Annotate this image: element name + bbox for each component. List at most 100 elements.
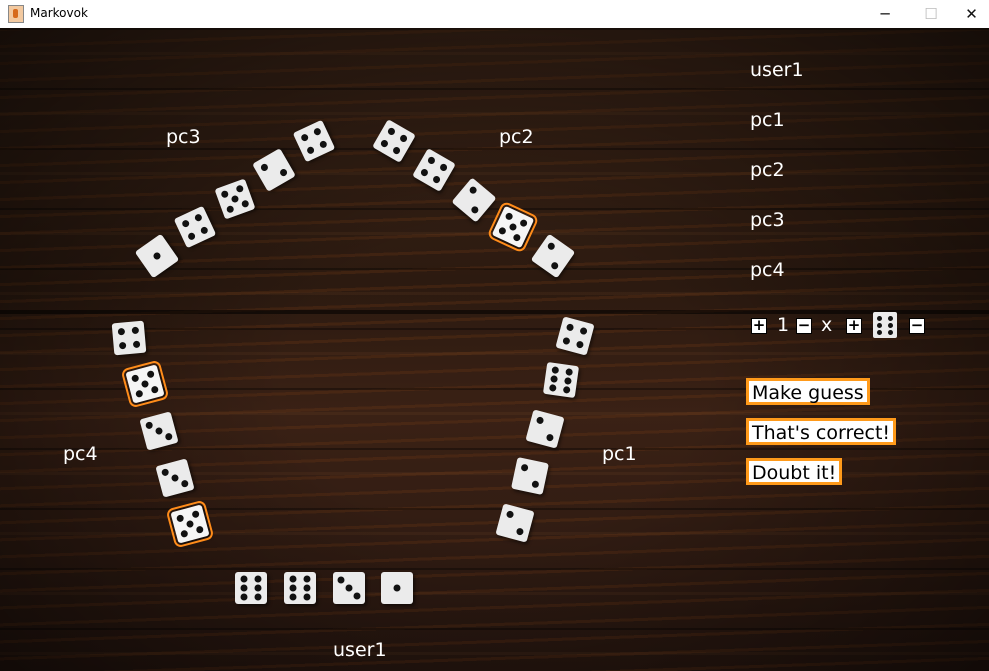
- die-pip: [240, 593, 248, 601]
- die-pip: [259, 162, 270, 173]
- die-pc1: [511, 457, 549, 495]
- die-pip: [254, 575, 262, 583]
- die-pip: [180, 479, 190, 488]
- scoreboard-entry: pc2: [750, 159, 785, 181]
- title-bar: Markovok ─ ☐ ✕: [0, 0, 989, 29]
- die-pip: [353, 592, 361, 600]
- guess-times-sign: x: [821, 314, 833, 336]
- die-pip: [504, 211, 514, 222]
- die-pip: [199, 225, 209, 236]
- die-pc1: [542, 361, 580, 399]
- die-pip: [565, 368, 574, 377]
- die-pip: [565, 323, 575, 332]
- die-pip: [305, 145, 316, 156]
- player-label-pc1: pc1: [602, 443, 637, 465]
- die-pip: [235, 184, 245, 194]
- die-pip: [170, 473, 180, 483]
- die-pip: [520, 463, 529, 472]
- maximize-button[interactable]: ☐: [908, 0, 954, 28]
- die-pip: [240, 199, 250, 209]
- scoreboard-entry: user1: [750, 59, 804, 81]
- die-pip: [564, 377, 572, 385]
- die-pip: [575, 340, 585, 349]
- die-pip: [391, 145, 402, 156]
- die-pip: [150, 385, 160, 394]
- die-pip: [562, 336, 571, 346]
- die-pip: [240, 575, 248, 583]
- die-pip: [175, 514, 185, 523]
- count-minus-button[interactable]: −: [796, 318, 812, 334]
- die-pc4: [111, 320, 147, 356]
- count-plus-button[interactable]: +: [751, 318, 767, 334]
- die-pip: [160, 468, 170, 477]
- die-pip: [548, 383, 557, 392]
- make-guess-button[interactable]: Make guess: [746, 378, 870, 405]
- face-plus-button[interactable]: +: [846, 318, 862, 334]
- die-pip: [419, 167, 430, 178]
- game-table: [0, 28, 989, 671]
- die-pip: [550, 375, 558, 383]
- die-pip: [180, 529, 189, 539]
- die-pip: [518, 218, 529, 228]
- die-pip: [289, 584, 297, 592]
- die-pip: [130, 374, 140, 383]
- die-pip: [508, 222, 518, 232]
- die-pip: [535, 416, 545, 425]
- die-pip: [469, 204, 480, 215]
- app-icon: [8, 5, 24, 23]
- die-pip: [337, 576, 345, 584]
- die-pip: [562, 385, 571, 394]
- die-pip: [132, 340, 141, 349]
- die-pip: [505, 510, 515, 519]
- die-pip: [164, 432, 174, 441]
- die-pip: [180, 218, 191, 229]
- thats-correct-button[interactable]: That's correct!: [746, 418, 897, 445]
- die-pip: [191, 509, 200, 519]
- die-user1: [235, 572, 267, 604]
- die-pip: [230, 194, 240, 204]
- die-pip: [579, 326, 588, 336]
- die-pip: [154, 426, 164, 436]
- die-pip: [531, 480, 540, 489]
- player-label-pc3: pc3: [166, 126, 201, 148]
- die-pip: [186, 231, 197, 242]
- doubt-it-button[interactable]: Doubt it!: [746, 458, 843, 485]
- die-pip: [303, 593, 311, 601]
- die-pip: [225, 204, 235, 214]
- die-pip: [254, 593, 262, 601]
- die-pip: [117, 327, 126, 336]
- die-pip: [398, 133, 409, 144]
- die-pip: [438, 162, 449, 173]
- player-label-pc4: pc4: [63, 443, 98, 465]
- die-pip: [152, 251, 162, 261]
- player-label-pc2: pc2: [499, 126, 534, 148]
- die-pip: [135, 389, 144, 399]
- player-label-user1: user1: [333, 639, 387, 661]
- die-pip: [144, 421, 154, 430]
- face-minus-button[interactable]: −: [909, 318, 925, 334]
- die-pip: [289, 575, 297, 583]
- scoreboard-entry: pc1: [750, 109, 785, 131]
- die-pip: [185, 519, 195, 529]
- die-pip: [515, 527, 525, 536]
- die-pip: [512, 232, 522, 243]
- close-button[interactable]: ✕: [954, 0, 989, 28]
- die-pip: [393, 584, 401, 592]
- guess-face-die: [873, 312, 897, 338]
- die-pip: [318, 139, 328, 150]
- die-pip: [140, 379, 150, 389]
- die-pip: [551, 366, 560, 375]
- window-title: Markovok: [30, 6, 88, 20]
- die-pip: [118, 341, 127, 350]
- die-pip: [497, 226, 508, 236]
- die-user1: [333, 572, 365, 604]
- die-pip: [426, 155, 437, 166]
- die-user1: [381, 572, 413, 604]
- die-pip: [195, 525, 205, 534]
- die-pip: [240, 584, 248, 592]
- die-pip: [131, 326, 140, 335]
- die-pip: [289, 593, 297, 601]
- minimize-button[interactable]: ─: [862, 0, 908, 28]
- die-pip: [468, 185, 479, 196]
- guess-count: 1: [777, 314, 790, 336]
